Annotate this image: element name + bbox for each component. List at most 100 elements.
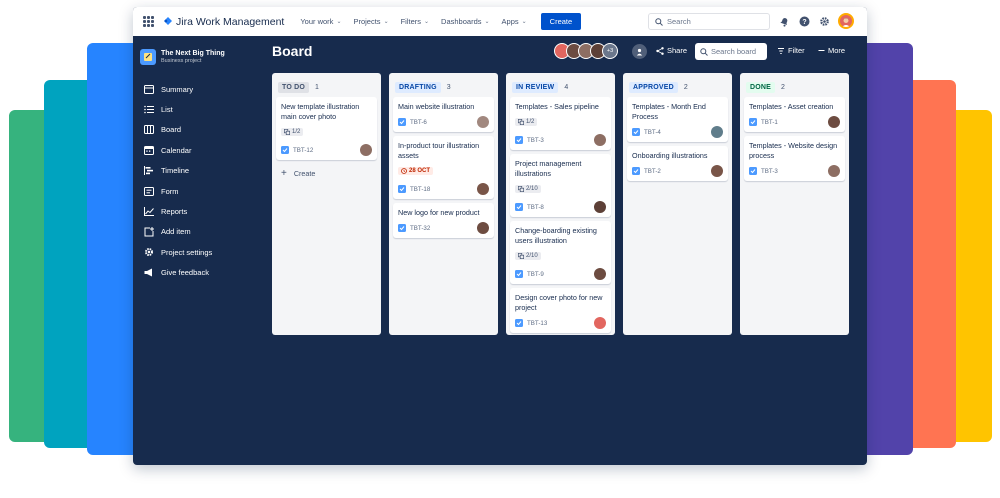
card-title: Design cover photo for new project bbox=[515, 293, 603, 312]
share-button[interactable]: Share bbox=[656, 46, 687, 55]
app-window: Jira Work Management Your work ⌄ Projects… bbox=[133, 7, 867, 465]
sidebar-menu: Summary List Board Calendar Timeline For… bbox=[133, 79, 263, 283]
issue-card[interactable]: Project management illustrations 2/10 TB… bbox=[510, 154, 611, 217]
filter-icon bbox=[778, 47, 784, 54]
sidebar-item-list[interactable]: List bbox=[133, 99, 263, 119]
issue-key-label: TBT-18 bbox=[410, 185, 431, 193]
column-header: TO DO 1 bbox=[276, 80, 377, 94]
settings-icon[interactable] bbox=[818, 15, 830, 27]
column-count: 2 bbox=[781, 83, 785, 91]
card-title: Templates - Website design process bbox=[749, 141, 838, 160]
add-people-button[interactable] bbox=[632, 44, 647, 59]
product-logo[interactable]: Jira Work Management bbox=[163, 16, 284, 28]
issue-key[interactable]: TBT-6 bbox=[398, 118, 427, 126]
subtask-badge: 2/10 bbox=[515, 185, 541, 193]
assignee-avatar[interactable] bbox=[828, 165, 840, 177]
issue-card[interactable]: In-product tour illustration assets 28 O… bbox=[393, 136, 494, 199]
sidebar-item-timeline[interactable]: Timeline bbox=[133, 161, 263, 181]
assignee-avatar[interactable] bbox=[477, 116, 489, 128]
assignee-avatar[interactable] bbox=[711, 126, 723, 138]
global-search-input[interactable]: Search bbox=[648, 13, 770, 30]
issue-card[interactable]: Main website illustration TBT-6 bbox=[393, 97, 494, 132]
share-label: Share bbox=[667, 46, 688, 55]
product-name: Jira Work Management bbox=[176, 15, 285, 28]
app-switcher-icon[interactable] bbox=[143, 16, 154, 27]
issue-key-label: TBT-4 bbox=[644, 128, 661, 136]
issue-card[interactable]: Templates - Asset creation TBT-1 bbox=[744, 97, 845, 132]
subtask-count: 1/2 bbox=[526, 119, 535, 125]
user-avatar[interactable] bbox=[838, 13, 854, 29]
nav-label: Dashboards bbox=[441, 17, 482, 26]
issue-key[interactable]: TBT-13 bbox=[515, 319, 547, 327]
assignee-avatar[interactable] bbox=[711, 165, 723, 177]
sidebar-item-project-settings[interactable]: Project settings bbox=[133, 242, 263, 262]
search-board-input[interactable]: Search board bbox=[695, 43, 767, 60]
create-button[interactable]: Create bbox=[540, 13, 582, 30]
issue-key[interactable]: TBT-18 bbox=[398, 185, 430, 193]
more-button[interactable]: More bbox=[818, 46, 845, 55]
more-icon bbox=[818, 50, 825, 51]
help-icon[interactable]: ? bbox=[798, 15, 810, 27]
column-title: TO DO bbox=[278, 81, 310, 93]
assignee-avatar[interactable] bbox=[360, 144, 372, 156]
team-avatars[interactable]: +3 bbox=[554, 43, 618, 59]
sidebar-item-reports[interactable]: Reports bbox=[133, 201, 263, 221]
issue-key[interactable]: TBT-9 bbox=[515, 270, 544, 278]
add-person-icon bbox=[636, 48, 642, 55]
card-title: Project management illustrations bbox=[515, 159, 582, 178]
nav-dashboards[interactable]: Dashboards ⌄ bbox=[441, 17, 489, 26]
sidebar-item-add-item[interactable]: Add item bbox=[133, 222, 263, 242]
nav-apps[interactable]: Apps ⌄ bbox=[502, 17, 527, 26]
issue-key[interactable]: TBT-32 bbox=[398, 224, 430, 232]
issue-key[interactable]: TBT-8 bbox=[515, 203, 544, 211]
more-avatars-badge[interactable]: +3 bbox=[602, 43, 618, 59]
card-title: Templates - Asset creation bbox=[749, 102, 834, 111]
sidebar-item-board[interactable]: Board bbox=[133, 120, 263, 140]
timeline-icon bbox=[144, 166, 154, 176]
assignee-avatar[interactable] bbox=[828, 116, 840, 128]
issue-key[interactable]: TBT-4 bbox=[632, 128, 661, 136]
sidebar-item-summary[interactable]: Summary bbox=[133, 79, 263, 99]
column-header: APPROVED 2 bbox=[627, 80, 728, 94]
issue-key[interactable]: TBT-2 bbox=[632, 167, 661, 175]
issue-card[interactable]: Templates - Website design process TBT-3 bbox=[744, 136, 845, 181]
sidebar-item-label: Reports bbox=[161, 207, 188, 217]
nav-filters[interactable]: Filters ⌄ bbox=[401, 17, 429, 26]
project-name: The Next Big Thing bbox=[161, 50, 225, 57]
share-icon bbox=[656, 46, 664, 55]
assignee-avatar[interactable] bbox=[594, 134, 606, 146]
issue-key[interactable]: TBT-12 bbox=[281, 146, 313, 154]
issue-card[interactable]: New template illustration main cover pho… bbox=[276, 97, 377, 160]
issue-key[interactable]: TBT-1 bbox=[749, 118, 778, 126]
assignee-avatar[interactable] bbox=[477, 222, 489, 234]
issue-key-label: TBT-1 bbox=[761, 118, 778, 126]
issue-card[interactable]: Templates - Sales pipeline 1/2 TBT-3 bbox=[510, 97, 611, 150]
chevron-down-icon: ⌄ bbox=[424, 19, 430, 25]
nav-your-work[interactable]: Your work ⌄ bbox=[300, 17, 341, 26]
project-meta: The Next Big Thing Business project bbox=[161, 50, 225, 64]
issue-card[interactable]: Design cover photo for new project TBT-1… bbox=[510, 288, 611, 333]
sidebar-item-form[interactable]: Form bbox=[133, 181, 263, 201]
notifications-icon[interactable] bbox=[778, 15, 790, 27]
issue-key[interactable]: TBT-3 bbox=[515, 136, 544, 144]
assignee-avatar[interactable] bbox=[477, 183, 489, 195]
nav-projects[interactable]: Projects ⌄ bbox=[353, 17, 388, 26]
issue-card[interactable]: Templates - Month End Process TBT-4 bbox=[627, 97, 728, 142]
nav-label: Filters bbox=[400, 17, 422, 26]
top-navigation: Jira Work Management Your work ⌄ Projects… bbox=[133, 7, 867, 36]
issue-key[interactable]: TBT-3 bbox=[749, 167, 778, 175]
assignee-avatar[interactable] bbox=[594, 201, 606, 213]
issue-card[interactable]: Onboarding illustrations TBT-2 bbox=[627, 146, 728, 181]
create-issue-button[interactable]: + Create bbox=[276, 164, 377, 183]
assignee-avatar[interactable] bbox=[594, 268, 606, 280]
project-header[interactable]: The Next Big Thing Business project bbox=[133, 36, 263, 65]
due-date-badge: 28 OCT bbox=[398, 167, 434, 175]
sidebar-item-calendar[interactable]: Calendar bbox=[133, 140, 263, 160]
issue-card[interactable]: New logo for new product TBT-32 bbox=[393, 203, 494, 238]
task-type-icon bbox=[515, 270, 523, 278]
issue-key-label: TBT-12 bbox=[293, 146, 314, 154]
issue-card[interactable]: Change-boarding existing users illustrat… bbox=[510, 221, 611, 284]
assignee-avatar[interactable] bbox=[594, 317, 606, 329]
sidebar-item-give-feedback[interactable]: Give feedback bbox=[133, 263, 263, 283]
filter-button[interactable]: Filter bbox=[777, 46, 805, 55]
